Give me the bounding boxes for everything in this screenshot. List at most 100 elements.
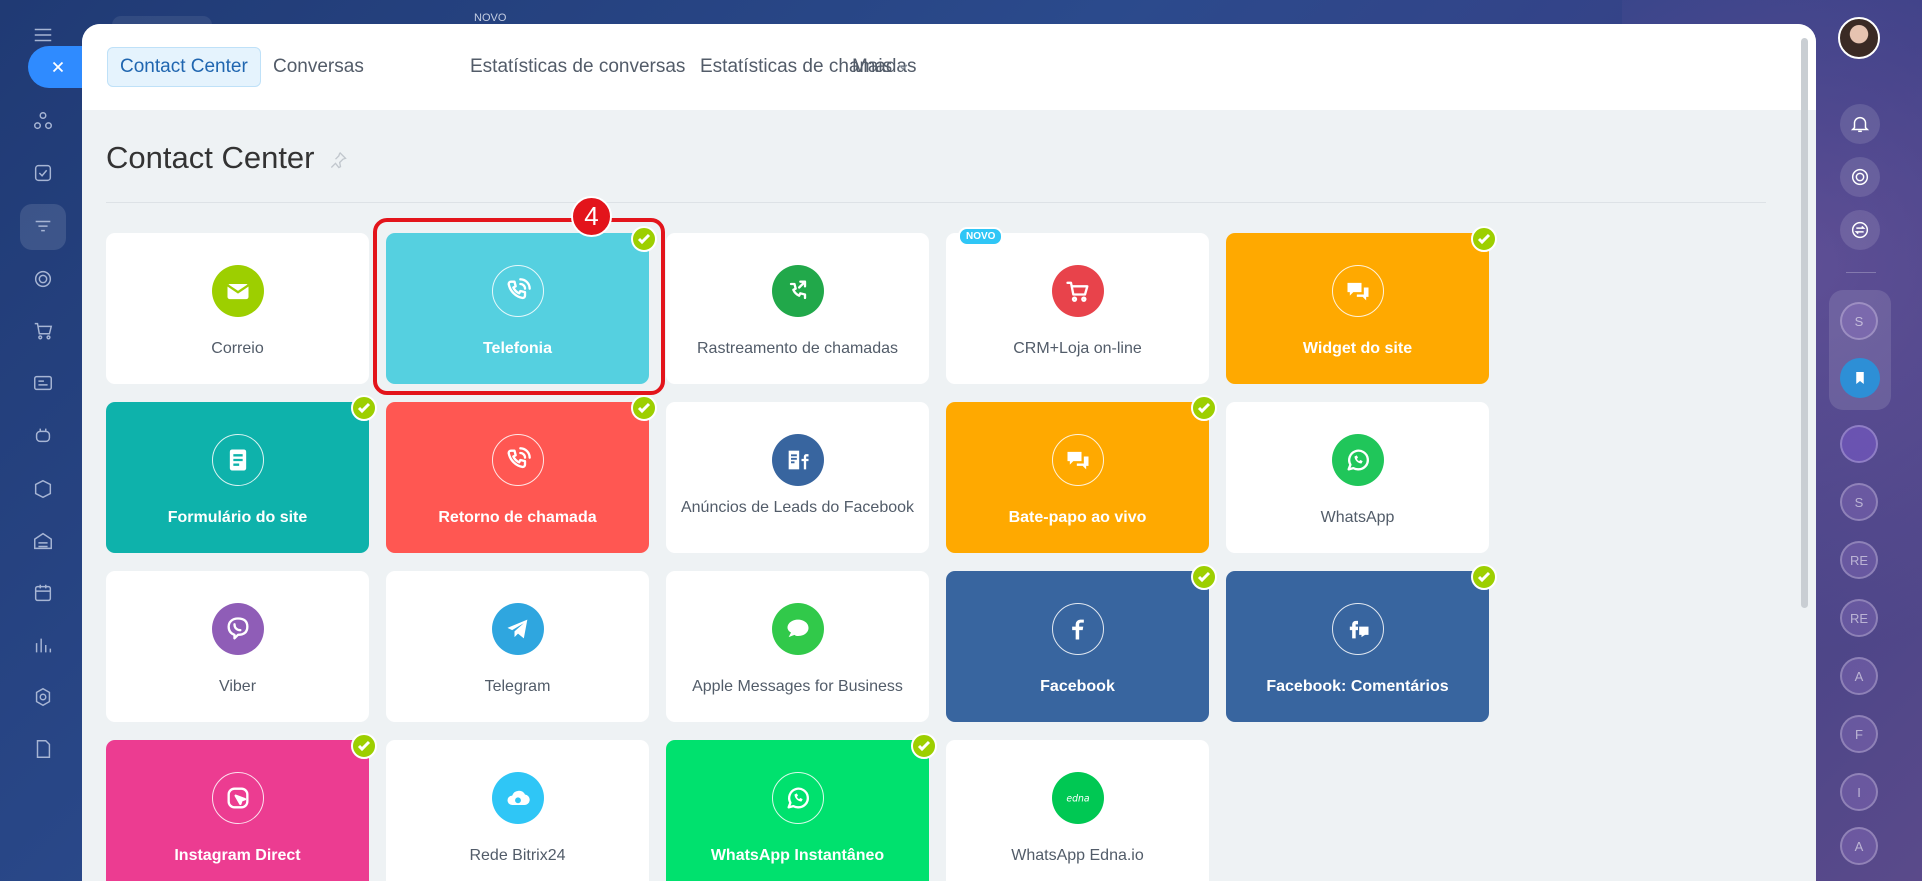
warehouse-icon[interactable] bbox=[30, 528, 56, 554]
connector-tile[interactable]: Widget do site bbox=[1226, 226, 1497, 384]
connector-label: Apple Messages for Business bbox=[692, 678, 903, 695]
box-icon[interactable] bbox=[30, 476, 56, 502]
step-number-badge: 4 bbox=[571, 196, 612, 237]
cart-icon[interactable] bbox=[30, 318, 56, 344]
connected-check-icon bbox=[1191, 564, 1217, 590]
connector-tile[interactable]: Formulário do site bbox=[106, 395, 377, 553]
analytics-icon[interactable] bbox=[30, 632, 56, 658]
bookmark-icon[interactable] bbox=[1840, 358, 1880, 398]
menu-icon[interactable] bbox=[30, 22, 56, 48]
connector-label: Correio bbox=[211, 340, 264, 357]
tab-estatisticas-conversas[interactable]: Estatísticas de conversas bbox=[458, 47, 697, 87]
connected-check-icon bbox=[1471, 226, 1497, 252]
left-sidebar bbox=[0, 0, 212, 881]
facebook-comments-icon bbox=[1332, 603, 1384, 655]
connector-label: CRM+Loja on-line bbox=[1013, 340, 1142, 357]
chat-avatar[interactable]: A bbox=[1840, 827, 1878, 865]
connector-label: WhatsApp Instantâneo bbox=[710, 847, 885, 864]
top-novo-label: NOVO bbox=[474, 12, 507, 24]
tab-contact-center[interactable]: Contact Center bbox=[107, 47, 261, 87]
calendar-icon[interactable] bbox=[30, 580, 56, 606]
connector-tile[interactable]: Rastreamento de chamadas bbox=[666, 233, 929, 384]
settings-icon[interactable] bbox=[30, 684, 56, 710]
tab-conversas[interactable]: Conversas bbox=[261, 47, 376, 87]
connector-tile[interactable]: Rede Bitrix24 bbox=[386, 740, 649, 881]
connected-check-icon bbox=[911, 733, 937, 759]
connector-label: Viber bbox=[218, 678, 257, 695]
rail-divider bbox=[1846, 272, 1876, 273]
connector-label: Anúncios de Leads do Facebook bbox=[680, 499, 915, 516]
connected-check-icon bbox=[1471, 564, 1497, 590]
edna-icon: edna bbox=[1052, 772, 1104, 824]
connected-check-icon bbox=[351, 395, 377, 421]
robot-icon[interactable] bbox=[30, 422, 56, 448]
shop-cart-icon bbox=[1052, 265, 1104, 317]
chat-avatar[interactable]: RE bbox=[1840, 541, 1878, 579]
chat-avatar[interactable]: S bbox=[1840, 302, 1878, 340]
connector-tile[interactable]: Facebook bbox=[946, 564, 1217, 722]
tasks-icon[interactable] bbox=[30, 160, 56, 186]
connector-tile[interactable]: Correio bbox=[106, 233, 369, 384]
connector-tile[interactable]: CRM+Loja on-line NOVO bbox=[946, 227, 1209, 384]
step-highlight-frame bbox=[373, 218, 665, 395]
user-avatar[interactable] bbox=[1838, 17, 1880, 59]
viber-icon bbox=[212, 603, 264, 655]
scrollbar[interactable] bbox=[1801, 38, 1808, 608]
connector-label: Rastreamento de chamadas bbox=[697, 340, 898, 357]
connector-label: Instagram Direct bbox=[174, 847, 301, 864]
connector-tile[interactable]: WhatsApp Instantâneo bbox=[666, 733, 937, 881]
connector-tile[interactable]: edna WhatsApp Edna.io bbox=[946, 740, 1209, 881]
pin-icon[interactable] bbox=[328, 150, 348, 170]
connector-label: WhatsApp bbox=[1320, 509, 1395, 526]
facebook-icon bbox=[1052, 603, 1104, 655]
crm-funnel-icon[interactable] bbox=[30, 214, 56, 240]
connected-check-icon bbox=[1191, 395, 1217, 421]
connected-check-icon bbox=[631, 395, 657, 421]
tab-mais[interactable]: Mais bbox=[840, 47, 920, 87]
connector-tile[interactable]: WhatsApp bbox=[1226, 402, 1489, 553]
bitrix-cloud-icon bbox=[492, 772, 544, 824]
live-chat-icon bbox=[1052, 434, 1104, 486]
callback-icon bbox=[492, 434, 544, 486]
target-icon[interactable] bbox=[30, 266, 56, 292]
apple-messages-icon bbox=[772, 603, 824, 655]
connector-tile[interactable]: Viber bbox=[106, 571, 369, 722]
chat-avatar[interactable]: F bbox=[1840, 715, 1878, 753]
connector-tile[interactable]: Apple Messages for Business bbox=[666, 571, 929, 722]
title-divider bbox=[106, 202, 1766, 203]
openlines-avatar[interactable] bbox=[1840, 425, 1878, 463]
connector-label: WhatsApp Edna.io bbox=[1011, 847, 1144, 864]
connector-tile[interactable]: Anúncios de Leads do Facebook bbox=[666, 402, 929, 553]
connector-label: Widget do site bbox=[1302, 340, 1413, 357]
card-icon[interactable] bbox=[30, 370, 56, 396]
connector-tile[interactable]: Instagram Direct bbox=[106, 733, 377, 881]
connector-label: Rede Bitrix24 bbox=[469, 847, 566, 864]
document-icon[interactable] bbox=[30, 736, 56, 762]
chat-avatar[interactable]: S bbox=[1840, 483, 1878, 521]
chat-avatar[interactable]: A bbox=[1840, 657, 1878, 695]
sync-icon[interactable] bbox=[1840, 210, 1880, 250]
whatsapp-icon bbox=[1332, 434, 1384, 486]
close-slider-button[interactable] bbox=[28, 46, 88, 88]
connected-check-icon bbox=[351, 733, 377, 759]
chat-avatar[interactable]: I bbox=[1840, 773, 1878, 811]
connector-tile[interactable]: Facebook: Comentários bbox=[1226, 564, 1497, 722]
instagram-direct-icon bbox=[212, 772, 264, 824]
activity-stream-icon[interactable] bbox=[1840, 157, 1880, 197]
connector-label: Formulário do site bbox=[167, 509, 308, 526]
connector-tile[interactable]: Retorno de chamada bbox=[386, 395, 657, 553]
chat-avatar[interactable]: RE bbox=[1840, 599, 1878, 637]
call-tracking-icon bbox=[772, 265, 824, 317]
connector-label: Bate-papo ao vivo bbox=[1008, 509, 1147, 526]
connector-label: Facebook: Comentários bbox=[1266, 678, 1449, 695]
connector-label: Telegram bbox=[484, 678, 551, 695]
form-icon bbox=[212, 434, 264, 486]
bell-icon[interactable] bbox=[1840, 104, 1880, 144]
connector-tile[interactable]: Telegram bbox=[386, 571, 649, 722]
connector-label: Retorno de chamada bbox=[438, 509, 597, 526]
chevron-down-icon bbox=[898, 64, 908, 70]
connector-tile[interactable]: Bate-papo ao vivo bbox=[946, 395, 1217, 553]
mail-icon bbox=[212, 265, 264, 317]
new-badge: NOVO bbox=[958, 227, 1004, 246]
feed-icon[interactable] bbox=[30, 108, 56, 134]
